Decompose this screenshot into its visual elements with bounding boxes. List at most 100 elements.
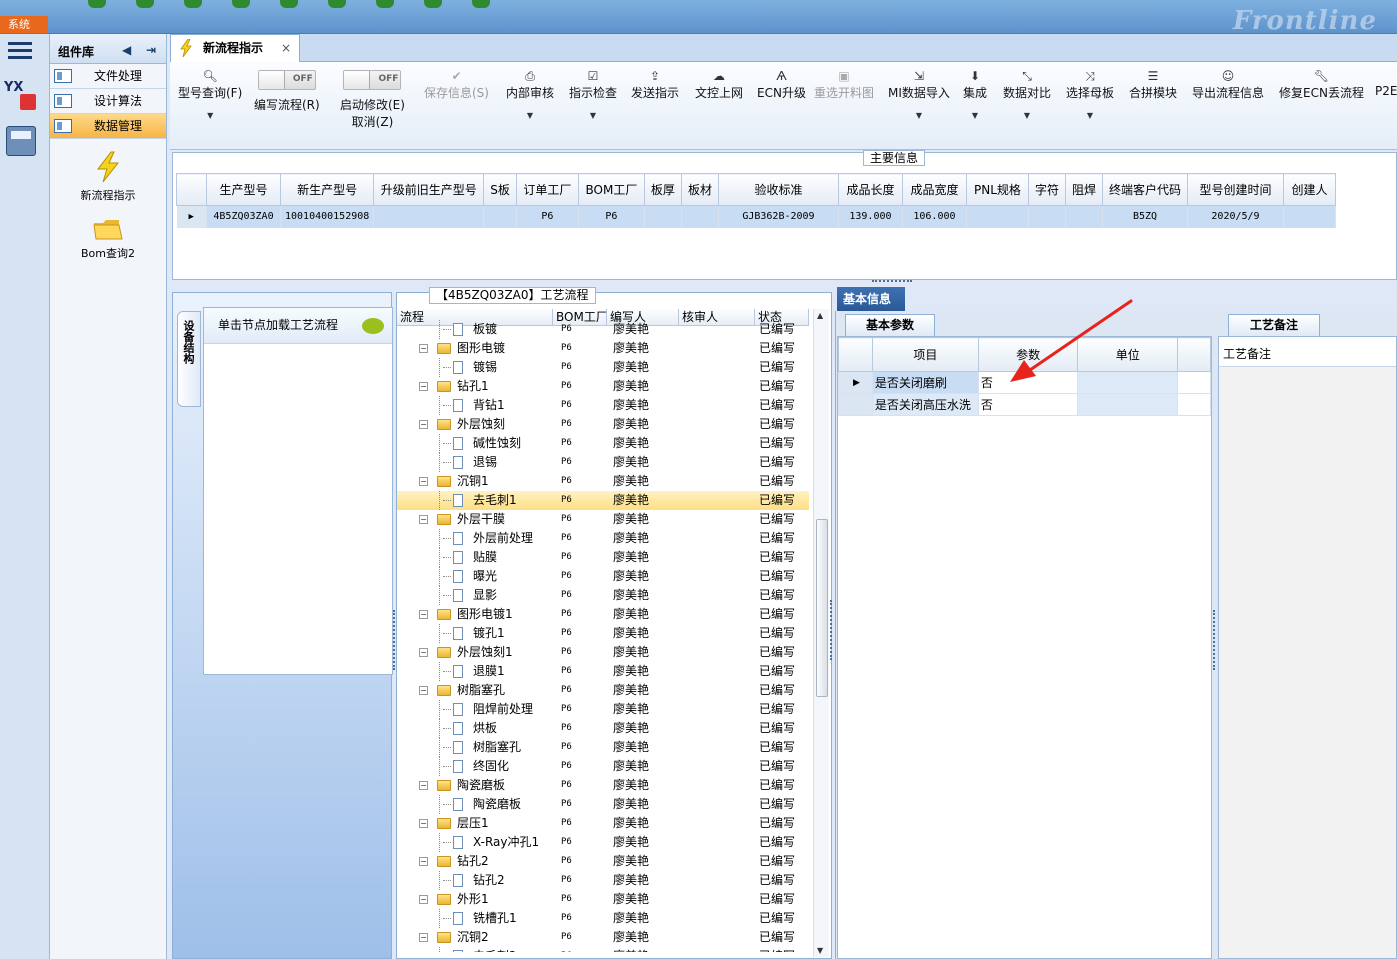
tree-row[interactable]: 板镀 P6 廖美艳 已编写 <box>397 320 809 339</box>
edit-flow-toggle[interactable]: OFF 编写流程(R) <box>254 66 320 113</box>
tab-basic-params[interactable]: 基本参数 <box>845 314 935 336</box>
tree-row[interactable]: X-Ray冲孔1 P6 廖美艳 已编写 <box>397 833 809 852</box>
grid-cell[interactable] <box>483 205 517 228</box>
triangle-left-icon[interactable]: ◀ <box>122 43 131 57</box>
col-header[interactable]: 板厚 <box>643 173 682 206</box>
col-param[interactable]: 参数 <box>977 337 1079 372</box>
tree-row[interactable]: 终固化 P6 廖美艳 已编写 <box>397 757 809 776</box>
table-row[interactable]: 是否关闭高压水洗 否 <box>838 393 1211 416</box>
tree-row[interactable]: 钻孔2 P6 廖美艳 已编写 <box>397 871 809 890</box>
tree-row[interactable]: 退膜1 P6 廖美艳 已编写 <box>397 662 809 681</box>
param-unit[interactable] <box>1077 371 1179 394</box>
scroll-up-icon[interactable]: ▲ <box>817 311 823 320</box>
tree-row[interactable]: − 树脂塞孔 P6 廖美艳 已编写 <box>397 681 809 700</box>
tools-icon[interactable] <box>232 0 250 8</box>
collapse-icon[interactable]: − <box>419 515 428 524</box>
grid-cell[interactable] <box>373 205 485 228</box>
collapse-icon[interactable]: − <box>419 819 428 828</box>
dropdown-arrow-icon[interactable]: ▼ <box>506 111 554 120</box>
collapse-icon[interactable]: − <box>419 648 428 657</box>
tree-row[interactable]: − 沉铜2 P6 廖美艳 已编写 <box>397 928 809 947</box>
tree-row[interactable]: − 钻孔1 P6 廖美艳 已编写 <box>397 377 809 396</box>
grid-cell[interactable]: P6 <box>578 205 645 228</box>
collapse-icon[interactable]: − <box>419 610 428 619</box>
close-icon[interactable]: × <box>281 35 291 61</box>
vertical-splitter[interactable] <box>1213 610 1217 670</box>
copy-icon[interactable] <box>328 0 346 8</box>
data-compare-button[interactable]: ⤡ 数据对比 ▼ <box>1003 68 1051 120</box>
horizontal-splitter[interactable] <box>872 280 912 284</box>
integrate-button[interactable]: ⬇ 集成 ▼ <box>963 68 987 120</box>
col-item[interactable]: 项目 <box>871 337 979 372</box>
collapse-icon[interactable]: − <box>419 933 428 942</box>
table-row[interactable]: ▶ 是否关闭磨刷 否 <box>838 371 1211 394</box>
col-header[interactable]: 新生产型号 <box>279 173 375 206</box>
col-header[interactable]: 板材 <box>680 173 719 206</box>
col-header[interactable]: 生产型号 <box>206 173 281 206</box>
chart-icon[interactable] <box>472 0 490 8</box>
tree-row[interactable]: 退锡 P6 廖美艳 已编写 <box>397 453 809 472</box>
col-header[interactable]: 型号创建时间 <box>1187 173 1284 206</box>
save-icon[interactable] <box>280 0 298 8</box>
off-switch[interactable]: OFF <box>343 70 402 90</box>
internal-review-button[interactable]: ⎙ 内部审核 ▼ <box>506 68 554 120</box>
tab-equipment-structure[interactable]: 设备结构 <box>177 311 201 407</box>
ecn-upgrade-button[interactable]: Ѧ ECN升级 <box>757 68 806 101</box>
p2e-button[interactable]: P2EC <box>1375 68 1397 98</box>
grid-cell[interactable] <box>644 205 682 228</box>
collapse-icon[interactable]: − <box>419 344 428 353</box>
col-header[interactable]: 订单工厂 <box>515 173 579 206</box>
collapse-icon[interactable]: − <box>419 895 428 904</box>
search-icon[interactable] <box>88 0 106 8</box>
grid-cell[interactable]: B5ZQ <box>1102 205 1189 228</box>
exit-icon[interactable]: ⇥ <box>146 43 156 57</box>
tree-row[interactable]: 显影 P6 廖美艳 已编写 <box>397 586 809 605</box>
grid-cell[interactable] <box>681 205 719 228</box>
collapse-icon[interactable]: − <box>419 477 428 486</box>
tree-row[interactable]: − 外层干膜 P6 廖美艳 已编写 <box>397 510 809 529</box>
param-value[interactable]: 否 <box>977 393 1079 416</box>
tree-row[interactable]: 铣槽孔1 P6 廖美艳 已编写 <box>397 909 809 928</box>
yx-factory-icon[interactable]: YX <box>4 80 36 112</box>
grid-icon[interactable] <box>184 0 202 8</box>
grid-cell[interactable] <box>1028 205 1066 228</box>
tree-row[interactable]: − 钻孔2 P6 廖美艳 已编写 <box>397 852 809 871</box>
tree-row[interactable]: − 沉铜1 P6 廖美艳 已编写 <box>397 472 809 491</box>
tree-row[interactable]: 镀锡 P6 廖美艳 已编写 <box>397 358 809 377</box>
tab-process-notes[interactable]: 工艺备注 <box>1228 314 1320 336</box>
merge-module-button[interactable]: ☰ 合拼模块 <box>1129 68 1177 101</box>
tab-new-flow[interactable]: 新流程指示 × <box>170 34 300 62</box>
speech-bubble-icon[interactable] <box>362 318 384 334</box>
dropdown-arrow-icon[interactable]: ▼ <box>1066 111 1114 120</box>
cancel-label[interactable]: 取消(Z) <box>352 115 394 129</box>
scroll-thumb[interactable] <box>816 519 828 697</box>
col-header[interactable]: BOM工厂 <box>577 173 645 206</box>
tree-row[interactable]: 曝光 P6 廖美艳 已编写 <box>397 567 809 586</box>
file-online-button[interactable]: ☁ 文控上网 <box>695 68 743 101</box>
model-query-button[interactable]: 🔍︎ 型号查询(F) ▼ <box>178 68 242 120</box>
dropdown-arrow-icon[interactable]: ▼ <box>888 111 950 120</box>
tool-new-flow[interactable]: 新流程指示 <box>50 151 166 203</box>
tree-row[interactable]: 陶瓷磨板 P6 廖美艳 已编写 <box>397 795 809 814</box>
calculator-icon[interactable] <box>6 126 36 156</box>
tree-row[interactable]: 背钻1 P6 廖美艳 已编写 <box>397 396 809 415</box>
grid-cell[interactable]: 2020/5/9 <box>1187 205 1284 228</box>
tree-row[interactable]: 外层前处理 P6 廖美艳 已编写 <box>397 529 809 548</box>
tree-row[interactable]: 阻焊前处理 P6 廖美艳 已编写 <box>397 700 809 719</box>
col-header[interactable]: S板 <box>483 173 517 206</box>
print-icon[interactable] <box>376 0 394 8</box>
col-header[interactable]: 升级前旧生产型号 <box>373 173 485 206</box>
tree-row[interactable]: 镀孔1 P6 廖美艳 已编写 <box>397 624 809 643</box>
grid-cell[interactable]: P6 <box>516 205 579 228</box>
tree-row[interactable]: − 图形电镀1 P6 廖美艳 已编写 <box>397 605 809 624</box>
tree-row[interactable]: 树脂塞孔 P6 廖美艳 已编写 <box>397 738 809 757</box>
tool-bom-query[interactable]: Bom查询2 <box>50 217 166 261</box>
dropdown-arrow-icon[interactable]: ▼ <box>963 111 987 120</box>
grid-cell[interactable] <box>1283 205 1336 228</box>
export-flow-button[interactable]: ☺ 导出流程信息 <box>1192 68 1264 101</box>
collapse-icon[interactable]: − <box>419 857 428 866</box>
tree-row[interactable]: − 外形1 P6 廖美艳 已编写 <box>397 890 809 909</box>
collapse-icon[interactable]: − <box>419 781 428 790</box>
tree-row[interactable]: 贴膜 P6 廖美艳 已编写 <box>397 548 809 567</box>
tab-basic-info[interactable]: 基本信息 <box>837 287 905 311</box>
